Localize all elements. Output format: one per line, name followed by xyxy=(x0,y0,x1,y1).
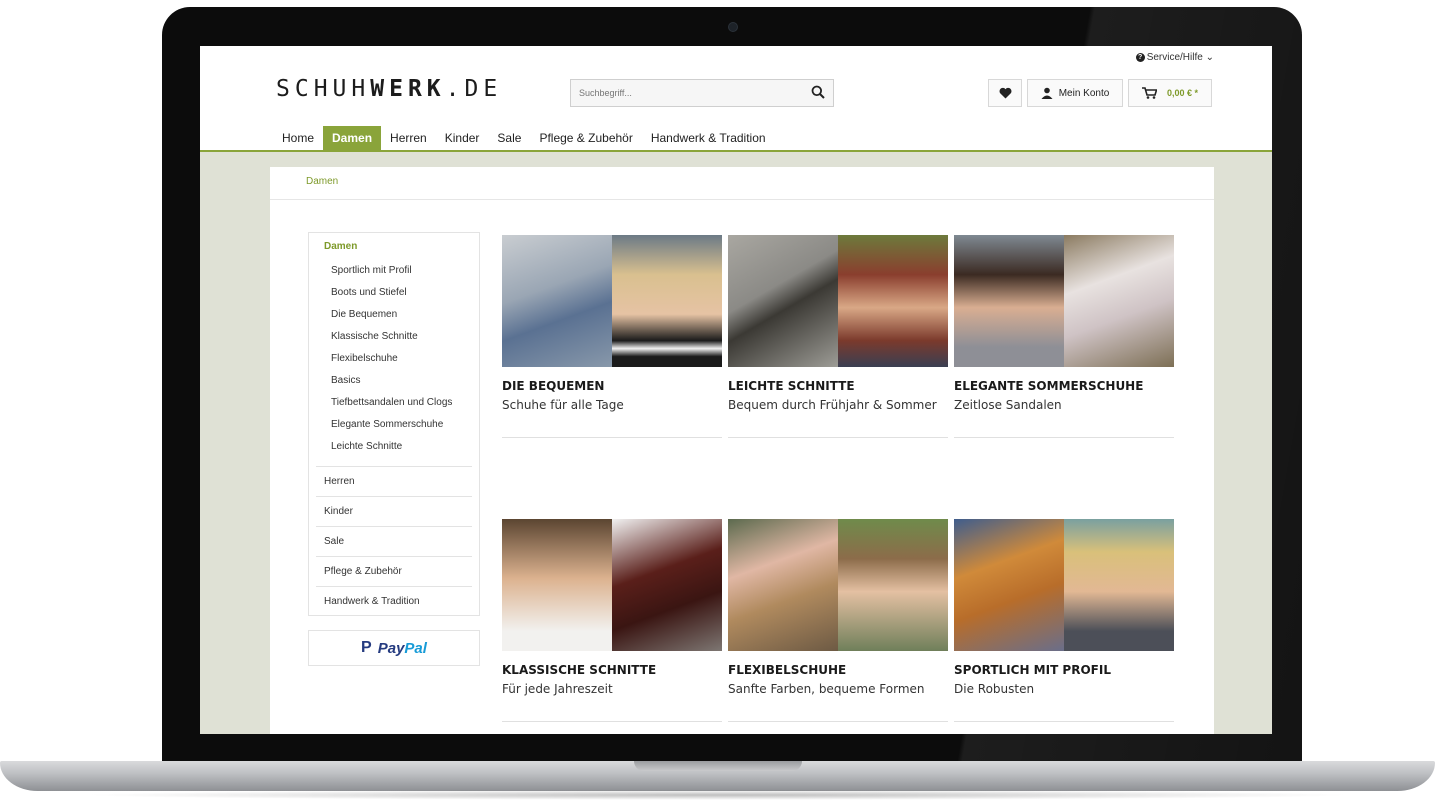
sidebar-subitem[interactable]: Leichte Schnitte xyxy=(331,441,402,452)
main-nav: Home Damen Herren Kinder Sale Pflege & Z… xyxy=(274,126,775,150)
wishlist-button[interactable] xyxy=(988,79,1022,107)
shoe-photo xyxy=(612,519,722,651)
sidebar-subitem[interactable]: Sportlich mit Profil xyxy=(331,265,412,276)
sidebar-item-handwerk[interactable]: Handwerk & Tradition xyxy=(316,586,472,616)
shoe-photo xyxy=(728,519,838,651)
service-help-menu[interactable]: ? Service/Hilfe ⌄ xyxy=(1135,52,1214,63)
tile-title[interactable]: KLASSISCHE SCHNITTE xyxy=(502,663,656,677)
nav-item-herren[interactable]: Herren xyxy=(381,126,436,150)
cart-icon xyxy=(1141,87,1157,99)
tile-image[interactable] xyxy=(502,235,722,367)
tile-title[interactable]: LEICHTE SCHNITTE xyxy=(728,379,855,393)
tile-title[interactable]: ELEGANTE SOMMERSCHUHE xyxy=(954,379,1143,393)
nav-item-pflege[interactable]: Pflege & Zubehör xyxy=(530,126,641,150)
logo-part-light: SCHUH xyxy=(276,76,371,102)
model-photo xyxy=(954,235,1064,367)
model-photo xyxy=(612,235,722,367)
sidebar-item-kinder[interactable]: Kinder xyxy=(316,496,472,526)
paypal-text-pay: Pay xyxy=(377,639,405,657)
tile-divider xyxy=(954,437,1174,438)
tile-subtitle: Für jede Jahreszeit xyxy=(502,682,613,696)
camera-dot xyxy=(728,22,738,32)
browser-screen: ?Service/Hilfe ⌄ SCHUHWERK.DE Mein Konto xyxy=(200,46,1272,734)
breadcrumb[interactable]: Damen xyxy=(270,167,1214,200)
tile-divider xyxy=(502,437,722,438)
account-label: Mein Konto xyxy=(1058,87,1110,99)
tile-title[interactable]: FLEXIBELSCHUHE xyxy=(728,663,846,677)
tile-divider xyxy=(728,721,948,722)
help-icon: ? xyxy=(1135,53,1145,62)
tile-divider xyxy=(954,721,1174,722)
logo-part-suffix: .DE xyxy=(445,76,503,102)
sidebar-subitem[interactable]: Basics xyxy=(331,375,360,386)
tile-image[interactable] xyxy=(954,235,1174,367)
tile-image[interactable] xyxy=(954,519,1174,651)
cart-amount: 0,00 € * xyxy=(1166,88,1199,98)
account-button[interactable]: Mein Konto xyxy=(1027,79,1123,107)
model-photo xyxy=(838,235,948,367)
sidebar-item-herren[interactable]: Herren xyxy=(316,466,472,496)
tile-image[interactable] xyxy=(728,519,948,651)
model-photo xyxy=(1064,519,1174,651)
search-input[interactable] xyxy=(571,80,807,106)
paypal-badge: P Pay Pal xyxy=(308,630,480,666)
search-icon[interactable] xyxy=(811,85,825,99)
sidebar-subitem[interactable]: Boots und Stiefel xyxy=(331,287,407,298)
tile-subtitle: Die Robusten xyxy=(954,682,1035,696)
sidebar-subitem[interactable]: Elegante Sommerschuhe xyxy=(331,419,443,430)
tile-subtitle: Schuhe für alle Tage xyxy=(502,398,624,412)
content-panel: Damen Damen Sportlich mit Profil Boots u… xyxy=(270,167,1214,734)
chevron-down-icon: ⌄ xyxy=(1205,52,1214,63)
nav-item-home[interactable]: Home xyxy=(274,126,323,150)
shoe-photo xyxy=(954,519,1064,651)
tile-image[interactable] xyxy=(502,519,722,651)
tile-title[interactable]: SPORTLICH MIT PROFIL xyxy=(954,663,1111,677)
tile-divider xyxy=(728,437,948,438)
sidebar-subitem[interactable]: Die Bequemen xyxy=(331,309,397,320)
shoe-photo xyxy=(1064,235,1174,367)
site-logo[interactable]: SCHUHWERK.DE xyxy=(276,76,502,102)
heart-icon xyxy=(999,87,1011,99)
shoe-photo xyxy=(502,235,612,367)
category-sidebar: Damen Sportlich mit Profil Boots und Sti… xyxy=(308,232,480,616)
laptop-notch xyxy=(634,761,802,771)
site-header: ?Service/Hilfe ⌄ SCHUHWERK.DE Mein Konto xyxy=(200,46,1272,152)
nav-item-handwerk[interactable]: Handwerk & Tradition xyxy=(642,126,775,150)
paypal-text-pal: Pal xyxy=(404,639,427,657)
service-help-label: Service/Hilfe xyxy=(1146,52,1203,63)
sidebar-subitem[interactable]: Klassische Schnitte xyxy=(331,331,418,342)
cart-button[interactable]: 0,00 € * xyxy=(1128,79,1212,107)
nav-item-kinder[interactable]: Kinder xyxy=(436,126,489,150)
tile-title[interactable]: DIE BEQUEMEN xyxy=(502,379,604,393)
search-box xyxy=(570,79,834,107)
tile-divider xyxy=(502,721,722,722)
nav-item-damen[interactable]: Damen xyxy=(323,126,382,150)
model-photo xyxy=(838,519,948,651)
nav-item-sale[interactable]: Sale xyxy=(488,126,530,150)
tile-subtitle: Sanfte Farben, bequeme Formen xyxy=(728,682,925,696)
user-icon xyxy=(1041,87,1053,99)
tile-image[interactable] xyxy=(728,235,948,367)
shoe-photo xyxy=(728,235,838,367)
sidebar-item-pflege[interactable]: Pflege & Zubehör xyxy=(316,556,472,586)
sidebar-subitem[interactable]: Tiefbettsandalen und Clogs xyxy=(331,397,452,408)
tile-subtitle: Bequem durch Frühjahr & Sommer xyxy=(728,398,937,412)
sidebar-item-sale[interactable]: Sale xyxy=(316,526,472,556)
sidebar-heading[interactable]: Damen xyxy=(324,241,357,252)
paypal-icon: P xyxy=(361,639,372,656)
model-photo xyxy=(502,519,612,651)
tile-subtitle: Zeitlose Sandalen xyxy=(954,398,1062,412)
laptop-shadow xyxy=(80,790,1355,800)
logo-part-bold: WERK xyxy=(370,76,446,102)
sidebar-subitem[interactable]: Flexibelschuhe xyxy=(331,353,398,364)
